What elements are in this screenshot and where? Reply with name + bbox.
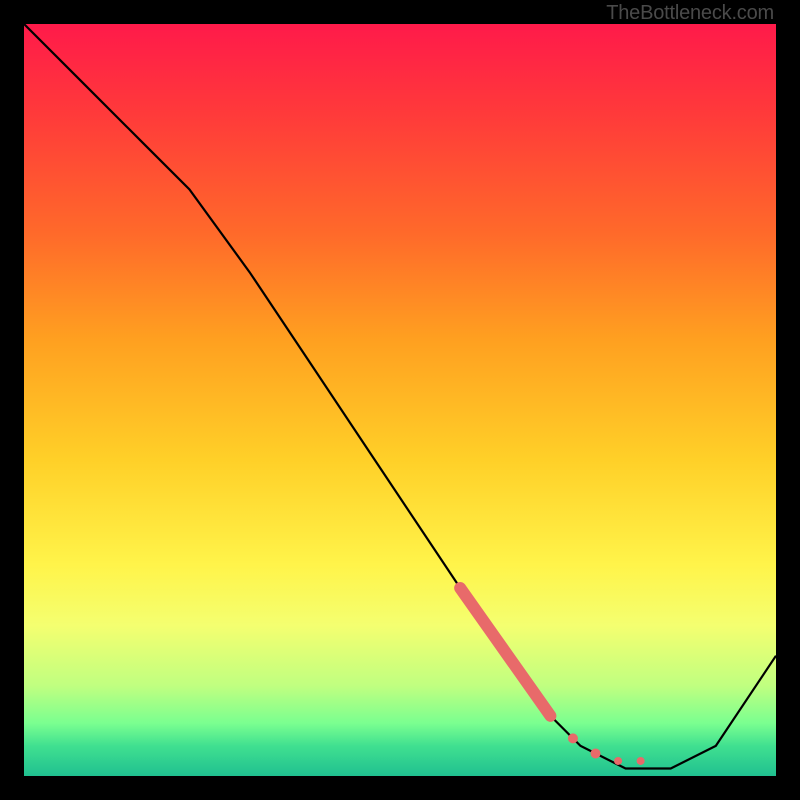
watermark-text: TheBottleneck.com (606, 2, 774, 25)
highlight-dots (460, 588, 644, 765)
chart-container: TheBottleneck.com (0, 0, 800, 800)
chart-overlay (24, 24, 776, 776)
curve-line (24, 24, 776, 769)
